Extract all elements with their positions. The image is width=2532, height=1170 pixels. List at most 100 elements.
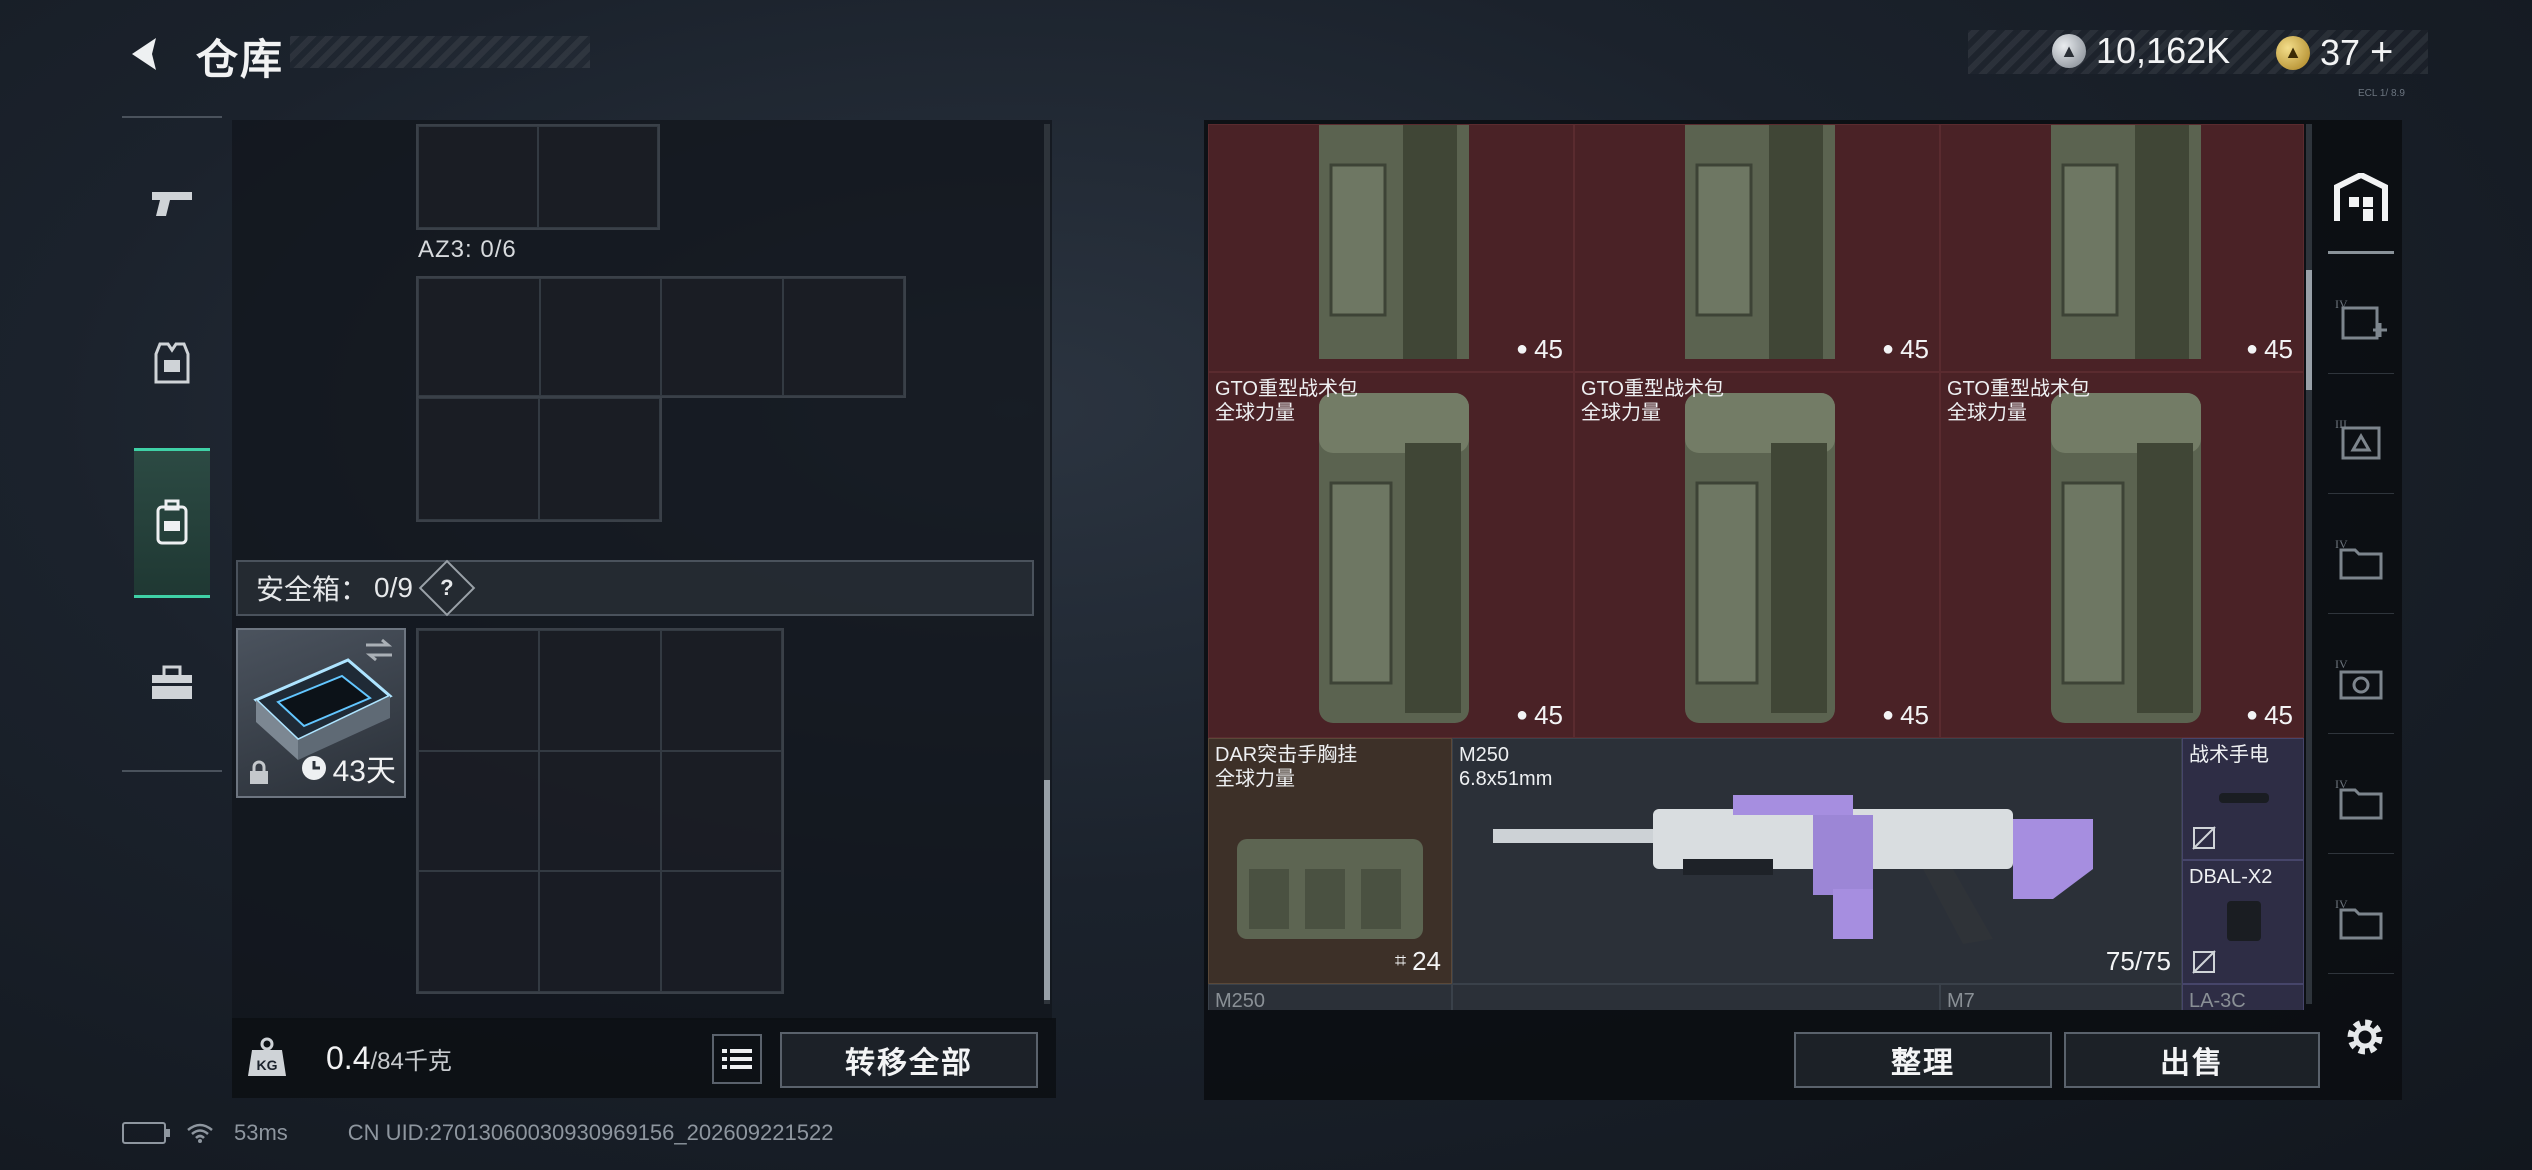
kg-weight-icon: KG <box>246 1036 288 1078</box>
slot-cell[interactable] <box>661 278 783 396</box>
backpack-tile[interactable]: ● 45 <box>1208 124 1574 372</box>
tile-durability: ● 45 <box>2245 700 2293 730</box>
filter-valuables[interactable]: IV <box>2328 744 2394 854</box>
filter-misc[interactable]: IV <box>2328 864 2394 974</box>
lock-icon <box>250 760 268 784</box>
helmet-icon: ● <box>1515 338 1529 360</box>
wifi-icon <box>187 1123 213 1143</box>
slot-cell[interactable] <box>418 630 540 751</box>
helmet-icon: ● <box>2245 338 2259 360</box>
help-icon: ? <box>440 574 454 600</box>
folder-icon: IV <box>2335 537 2383 579</box>
folder-icon: IV <box>2335 777 2383 819</box>
rail-item-equipment[interactable] <box>134 288 210 438</box>
helmet-icon: ● <box>1881 704 1895 726</box>
filter-ammo[interactable]: III <box>2328 384 2394 494</box>
safe-box-count: 0/9 <box>374 572 413 603</box>
list-view-button[interactable] <box>712 1034 762 1084</box>
item-tile-partial[interactable]: M7 <box>1940 984 2182 1010</box>
rail-item-toolbox[interactable] <box>134 608 210 758</box>
weapon-tile[interactable]: M250 6.8x51mm 75/75 <box>1452 738 2182 984</box>
swap-icon[interactable] <box>364 638 394 662</box>
left-scrollbar-thumb[interactable] <box>1044 780 1050 1000</box>
tile-label: GTO重型战术包 全球力量 <box>1947 378 2090 424</box>
backpack-image <box>1685 393 1835 723</box>
back-button[interactable] <box>118 28 170 80</box>
settings-button[interactable] <box>2338 1010 2392 1064</box>
slot-cell[interactable] <box>782 278 904 396</box>
sort-button[interactable]: 整理 <box>1794 1032 2052 1088</box>
armor-vest-icon <box>154 342 190 384</box>
back-arrow-icon <box>132 38 156 70</box>
az3-slot-grid-bottom <box>416 396 662 522</box>
backpack-tile[interactable]: ● 45 <box>1940 124 2304 372</box>
filter-electronics[interactable]: IV <box>2328 624 2394 734</box>
backpack-icon <box>156 499 188 545</box>
slot-cell[interactable] <box>538 126 658 228</box>
right-scrollbar-track[interactable] <box>2306 124 2312 1004</box>
rig-icon: ⌗ <box>1394 950 1407 972</box>
tile-label: M250 6.8x51mm <box>1459 744 1553 790</box>
slot-cell[interactable] <box>539 398 660 520</box>
slot-cell[interactable] <box>539 278 661 396</box>
attachment-tile[interactable]: 战术手电 <box>2182 738 2304 860</box>
add-currency-icon[interactable]: + <box>2370 30 2393 75</box>
backpack-image <box>1319 393 1469 723</box>
backpack-tile[interactable]: GTO重型战术包 全球力量 ● 45 <box>1574 372 1940 738</box>
item-tile-partial[interactable] <box>1452 984 1940 1010</box>
filter-documents[interactable]: IV <box>2328 504 2394 614</box>
az3-slot-grid-top <box>416 276 906 398</box>
filter-all[interactable] <box>2328 144 2394 254</box>
rail-item-backpack[interactable] <box>134 448 210 598</box>
backpack-tile[interactable]: GTO重型战术包 全球力量 ● 45 <box>1208 372 1574 738</box>
backpack-tile[interactable]: ● 45 <box>1574 124 1940 372</box>
slot-cell[interactable] <box>539 750 661 872</box>
slot-cell[interactable] <box>418 871 540 992</box>
clock-icon <box>301 756 326 780</box>
folder-icon: IV <box>2335 897 2383 939</box>
slot-cell[interactable] <box>660 750 782 872</box>
tile-label: M250 <box>1215 990 1266 1010</box>
slot-cell[interactable] <box>418 398 539 520</box>
slot-cell[interactable] <box>418 126 538 228</box>
slot-cell[interactable] <box>660 630 782 751</box>
slot-cell[interactable] <box>418 750 540 872</box>
slot-cell[interactable] <box>539 630 661 751</box>
help-button[interactable]: ? <box>418 559 476 617</box>
gold-amount: 37 <box>2320 31 2361 73</box>
attachment-tile[interactable]: DBAL-X2 <box>2182 860 2304 984</box>
filter-medical[interactable]: IV <box>2328 264 2394 374</box>
slot-cell[interactable] <box>660 871 782 992</box>
safe-case-item[interactable]: 43天 <box>236 628 406 798</box>
medkit-icon: IV <box>2335 297 2387 339</box>
transfer-all-button[interactable]: 转移全部 <box>780 1032 1038 1088</box>
ammo-count: 75/75 <box>2105 946 2171 976</box>
currency-gold[interactable]: ▲ 37 + <box>2276 30 2393 75</box>
backpack-tile[interactable]: GTO重型战术包 全球力量 ● 45 <box>1940 372 2304 738</box>
sell-button[interactable]: 出售 <box>2064 1032 2320 1088</box>
right-scrollbar-thumb[interactable] <box>2306 270 2312 390</box>
unequip-icon <box>2192 950 2216 974</box>
az3-capacity-label: AZ3: 0/6 <box>418 236 517 263</box>
ammo-box-icon: III <box>2335 417 2381 459</box>
tile-label: GTO重型战术包 全球力量 <box>1215 378 1358 424</box>
slot-cell[interactable] <box>418 278 540 396</box>
tile-label: DAR突击手胸挂 全球力量 <box>1215 744 1358 790</box>
slot-cell[interactable] <box>539 871 661 992</box>
version-code: ECL 1/ 8.9 <box>2358 88 2405 99</box>
stash-icon <box>2334 172 2388 221</box>
silver-amount: 10,162K <box>2096 30 2231 71</box>
uid-text: CN UID:27013060030930969156_202609221522 <box>347 1120 834 1145</box>
rail-item-weapons[interactable] <box>134 128 210 278</box>
item-tile-partial[interactable]: M250 <box>1208 984 1452 1010</box>
tile-durability: ● 45 <box>1515 334 1563 364</box>
safe-case-timer: 43天 <box>301 746 396 790</box>
chest-rig-tile[interactable]: DAR突击手胸挂 全球力量 ⌗ 24 <box>1208 738 1452 984</box>
camera-icon: IV <box>2335 657 2383 699</box>
top-slot-grid <box>416 124 660 230</box>
item-tile-partial[interactable]: LA-3C <box>2182 984 2304 1010</box>
ping-text: 53ms <box>234 1120 288 1145</box>
stash-grid: ● 45 ● 45 ● 45 GTO重型战术包 全球力量 ● 45 GTO重型战… <box>1208 124 2304 1010</box>
weight-readout: 0.4/84千克 <box>326 1040 452 1077</box>
unequip-icon <box>2192 826 2216 850</box>
